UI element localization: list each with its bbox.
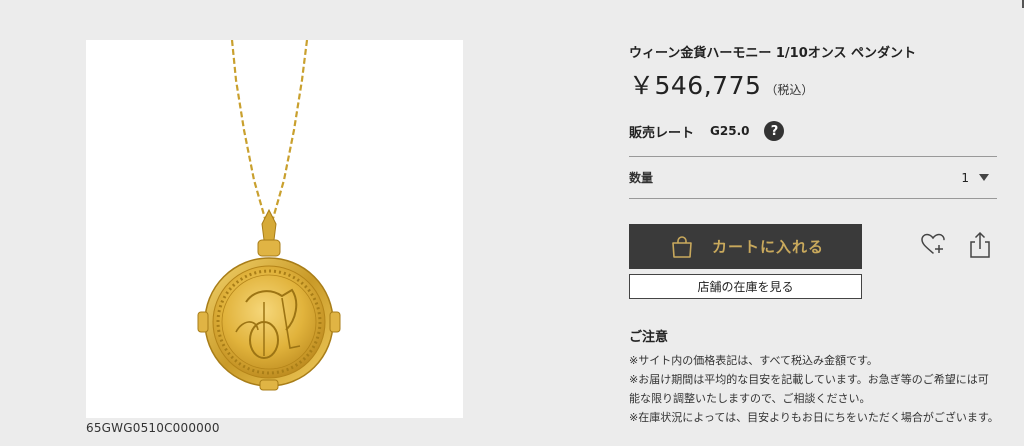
- caret-down-icon: [979, 174, 989, 181]
- notice-item: ※お届け期間は平均的な目安を記載しています。お急ぎ等のご希望には可能な限り調整い…: [629, 373, 989, 405]
- product-image: [86, 40, 463, 418]
- store-stock-button[interactable]: 店舗の在庫を見る: [629, 274, 862, 299]
- price-row: ￥546,775 （税込）: [629, 66, 813, 102]
- product-sku: 65GWG0510C000000: [86, 421, 220, 435]
- notice-list: ※サイト内の価格表記は、すべて税込み金額です。 ※お届け期間は平均的な目安を記載…: [629, 351, 999, 427]
- question-circle-icon[interactable]: ?: [764, 121, 785, 141]
- product-title: ウィーン金貨ハーモニー 1/10オンス ペンダント: [629, 46, 917, 61]
- notice-item: ※在庫状況によっては、目安よりもお日にちをいただく場合がございます。: [629, 411, 999, 424]
- product-price: ￥546,775: [629, 71, 762, 100]
- add-to-cart-button[interactable]: カートに入れる: [629, 224, 862, 269]
- quantity-label: 数量: [629, 171, 654, 185]
- notice-item: ※サイト内の価格表記は、すべて税込み金額です。: [629, 354, 878, 367]
- sales-rate-row: 販売レート G25.0 ?: [629, 121, 785, 141]
- quantity-select[interactable]: 1: [961, 171, 997, 185]
- pendant-illustration: [197, 40, 341, 391]
- share-icon[interactable]: [968, 231, 992, 259]
- heart-plus-icon[interactable]: [920, 232, 946, 256]
- notice-title: ご注意: [629, 330, 669, 345]
- sales-rate-label: 販売レート: [629, 125, 695, 141]
- tax-note: （税込）: [765, 83, 814, 97]
- product-detail-page: 65GWG0510C000000 ウィーン金貨ハーモニー 1/10オンス ペンダ…: [0, 0, 1024, 446]
- quantity-row: 数量 1: [629, 156, 997, 199]
- quantity-value: 1: [961, 170, 969, 185]
- add-to-cart-label: カートに入れる: [712, 238, 825, 256]
- sales-rate-value: G25.0: [710, 124, 750, 138]
- shopping-bag-icon: [672, 235, 692, 258]
